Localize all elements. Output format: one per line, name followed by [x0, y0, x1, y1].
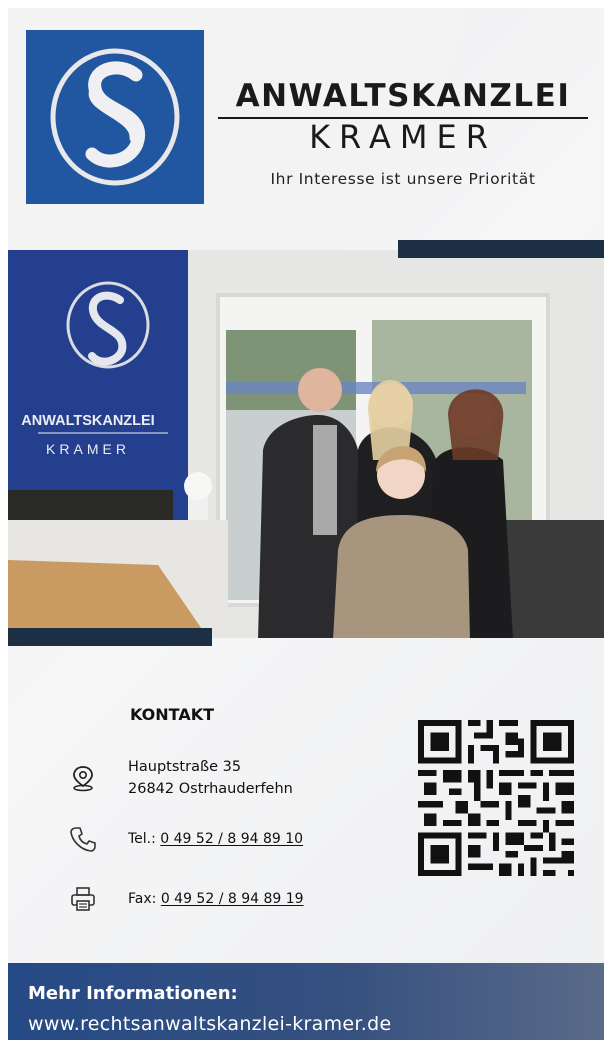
tagline: Ihr Interesse ist unsere Priorität — [270, 170, 536, 188]
flyer-page: ANWALTSKANZLEI KRAMER Ihr Interesse ist … — [8, 8, 604, 1040]
fax-number-link[interactable]: 0 49 52 / 8 94 89 19 — [161, 891, 304, 907]
phone-row: Tel.: 0 49 52 / 8 94 89 10 — [68, 824, 303, 854]
address-city: 26842 Ostrhauderfehn — [128, 781, 293, 797]
location-pin-icon — [68, 763, 98, 793]
paragraph-logo-icon — [50, 48, 180, 186]
qr-code[interactable] — [418, 720, 574, 876]
address-row: Hauptstraße 35 26842 Ostrhauderfehn — [68, 756, 293, 800]
tel-number-link[interactable]: 0 49 52 / 8 94 89 10 — [160, 831, 303, 847]
footer-banner: Mehr Informationen: www.rechtsanwaltskan… — [8, 963, 604, 1040]
address-street: Hauptstraße 35 — [128, 759, 242, 775]
fax-row: Fax: 0 49 52 / 8 94 89 19 — [68, 884, 304, 914]
firm-name: KRAMER — [309, 118, 497, 156]
footer-title: Mehr Informationen: — [28, 983, 238, 1004]
firm-title: ANWALTSKANZLEI — [235, 78, 571, 114]
decorative-bar-top — [398, 240, 604, 258]
wall-sign-title: ANWALTSKANZLEI — [21, 413, 154, 429]
fax-icon — [68, 884, 98, 914]
decorative-bar-bottom — [8, 628, 212, 646]
tel-label: Tel.: — [128, 831, 161, 847]
team-photo: ANWALTSKANZLEI KRAMER — [8, 250, 604, 638]
logo — [26, 30, 204, 204]
team-photo-illustration: ANWALTSKANZLEI KRAMER — [8, 250, 604, 638]
wall-sign-name: KRAMER — [46, 441, 130, 457]
fax-label: Fax: — [128, 891, 161, 907]
phone-icon — [68, 824, 98, 854]
website-link[interactable]: www.rechtsanwaltskanzlei-kramer.de — [28, 1013, 391, 1035]
contact-heading: KONTAKT — [130, 705, 215, 724]
